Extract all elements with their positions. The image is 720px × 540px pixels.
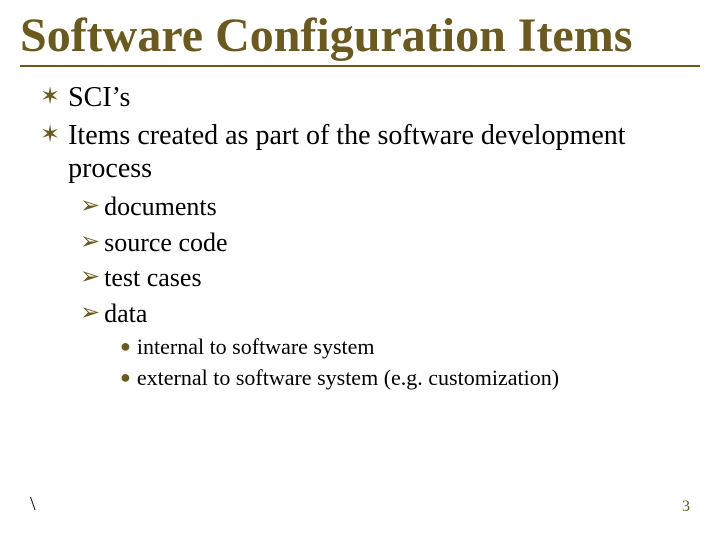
dot-icon: ● — [120, 333, 131, 360]
bullet-l2-item: ➢ documents — [0, 190, 720, 224]
bullet-l3-text: external to software system (e.g. custom… — [137, 364, 559, 393]
bullet-l2-text: documents — [104, 190, 217, 224]
page-number: 3 — [682, 498, 690, 516]
slide-title: Software Configuration Items — [0, 0, 720, 65]
title-underline — [20, 65, 700, 67]
bullet-l3-item: ● external to software system (e.g. cust… — [0, 364, 720, 393]
bullet-l2-item: ➢ test cases — [0, 261, 720, 295]
arrow-icon: ➢ — [80, 261, 100, 295]
bullet-l1-text: SCI’s — [68, 81, 130, 115]
arrow-icon: ➢ — [80, 297, 100, 331]
arrow-icon: ➢ — [80, 190, 100, 224]
bullet-l2-item: ➢ source code — [0, 226, 720, 260]
dot-icon: ● — [120, 364, 131, 391]
arrow-icon: ➢ — [80, 226, 100, 260]
bullet-l1-item: ✶ Items created as part of the software … — [0, 119, 720, 186]
star-icon: ✶ — [40, 119, 60, 153]
bullet-l2-text: source code — [104, 226, 227, 260]
bullet-l2-text: test cases — [104, 261, 201, 295]
bullet-l2-text: data — [104, 297, 147, 331]
bullet-l1-item: ✶ SCI’s — [0, 81, 720, 115]
star-icon: ✶ — [40, 81, 60, 115]
bullet-l1-text: Items created as part of the software de… — [68, 119, 680, 186]
footer-mark: \ — [30, 493, 36, 516]
bullet-l3-text: internal to software system — [137, 333, 375, 362]
bullet-l3-item: ● internal to software system — [0, 333, 720, 362]
bullet-l2-item: ➢ data — [0, 297, 720, 331]
